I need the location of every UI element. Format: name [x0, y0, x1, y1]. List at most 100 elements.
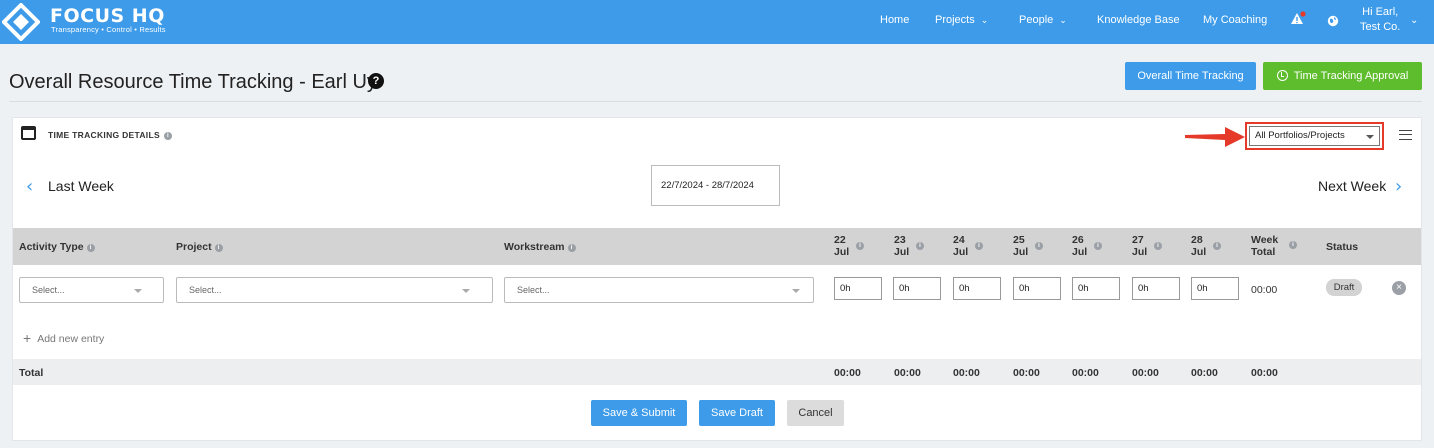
info-icon[interactable]: i — [916, 242, 924, 250]
hours-input-day[interactable]: 0h — [1132, 277, 1180, 300]
nav-projects-label: Projects — [935, 14, 975, 26]
info-icon[interactable]: i — [1154, 242, 1162, 250]
day-number: 22 — [834, 234, 846, 246]
day-total: 00:00 — [834, 367, 861, 379]
hours-input-day[interactable]: 0h — [953, 277, 1001, 300]
dropdown-caret-icon — [462, 289, 470, 293]
day-number: 25 — [1013, 234, 1025, 246]
day-number: 27 — [1132, 234, 1144, 246]
column-header-project: Project i — [176, 241, 223, 253]
portfolio-filter-dropdown[interactable]: All Portfolios/Projects — [1249, 126, 1380, 146]
info-icon[interactable]: i — [856, 242, 864, 250]
day-month: Jul — [953, 246, 969, 258]
nav-knowledge-base[interactable]: Knowledge Base — [1097, 14, 1180, 26]
column-header-label: Workstream — [504, 241, 565, 253]
hours-input-day[interactable]: 0h — [1072, 277, 1120, 300]
day-month: Jul — [1132, 246, 1148, 258]
last-week-link[interactable]: Last Week — [48, 178, 114, 194]
greeting-name: Hi Earl, — [1362, 6, 1399, 18]
time-tracking-card: TIME TRACKING DETAILS i All Portfolios/Pr… — [12, 117, 1422, 441]
dropdown-caret-icon — [134, 289, 142, 293]
chevron-left-icon[interactable]: ‹ — [26, 176, 33, 197]
nav-people-label: People — [1019, 14, 1054, 26]
column-header-day: 23 Jul i — [894, 234, 924, 258]
globe-icon[interactable] — [1327, 15, 1339, 27]
portfolio-filter-highlight: All Portfolios/Projects — [1245, 122, 1384, 150]
save-and-submit-button[interactable]: Save & Submit — [591, 400, 687, 426]
day-total: 00:00 — [1191, 367, 1218, 379]
info-icon[interactable]: i — [1213, 242, 1221, 250]
logo-tagline: Transparency • Control • Results — [51, 25, 166, 34]
info-icon[interactable]: i — [1094, 242, 1102, 250]
section-title: TIME TRACKING DETAILS i — [48, 130, 172, 140]
column-header-day: 25 Jul i — [1013, 234, 1043, 258]
column-header-label: Project — [176, 241, 212, 253]
focus-hq-logo[interactable]: FOCUS HQ Transparency • Control • Result… — [0, 0, 200, 44]
user-menu[interactable]: Hi Earl, Test Co. — [1360, 5, 1400, 35]
time-tracking-approval-button[interactable]: Time Tracking Approval — [1263, 62, 1422, 90]
hours-input-day[interactable]: 0h — [893, 277, 941, 300]
nav-projects[interactable]: Projects ⌄ — [935, 14, 988, 26]
nav-my-coaching[interactable]: My Coaching — [1203, 14, 1267, 26]
hamburger-menu-icon[interactable] — [1399, 130, 1412, 140]
workstream-select[interactable]: Select... — [504, 277, 814, 303]
add-new-entry-button[interactable]: + Add new entry — [23, 330, 104, 346]
day-total: 00:00 — [1132, 367, 1159, 379]
chevron-down-icon: ⌄ — [980, 15, 989, 25]
chevron-down-icon[interactable]: ⌄ — [1410, 15, 1418, 26]
total-label: Total — [19, 367, 44, 379]
logo-title: FOCUS HQ — [50, 5, 165, 27]
nav-people[interactable]: People ⌄ — [1019, 14, 1067, 26]
approval-label: Time Tracking Approval — [1293, 70, 1409, 82]
day-number: 28 — [1191, 234, 1203, 246]
section-title-text: TIME TRACKING DETAILS — [48, 130, 160, 140]
day-month: Jul — [894, 246, 910, 258]
next-week-link[interactable]: Next Week — [1318, 178, 1386, 194]
remove-row-icon[interactable]: × — [1392, 281, 1406, 295]
workstream-placeholder: Select... — [517, 285, 550, 295]
info-icon[interactable]: i — [1289, 241, 1297, 249]
dropdown-caret-icon — [792, 289, 800, 293]
week-total-line2: Total — [1251, 246, 1276, 258]
column-header-day: 24 Jul i — [953, 234, 983, 258]
info-icon[interactable]: i — [1035, 242, 1043, 250]
cancel-button[interactable]: Cancel — [787, 400, 844, 426]
add-new-entry-label: Add new entry — [37, 333, 105, 345]
activity-type-select[interactable]: Select... — [19, 277, 164, 303]
activity-type-placeholder: Select... — [32, 285, 65, 295]
hours-input-day[interactable]: 0h — [834, 277, 882, 300]
day-number: 26 — [1072, 234, 1084, 246]
alert-icon[interactable] — [1290, 11, 1306, 27]
info-icon[interactable]: i — [214, 244, 223, 252]
nav-home[interactable]: Home — [880, 14, 909, 26]
hours-input-day[interactable]: 0h — [1013, 277, 1061, 300]
table-header: Activity Type i Project i Workstream i 22 Ju… — [13, 228, 1421, 265]
info-icon[interactable]: i — [86, 244, 95, 252]
day-total: 00:00 — [1072, 367, 1099, 379]
info-icon[interactable]: i — [567, 244, 576, 252]
date-range-picker[interactable]: 22/7/2024 - 28/7/2024 — [651, 165, 780, 206]
top-navbar: FOCUS HQ Transparency • Control • Result… — [0, 0, 1434, 44]
info-icon[interactable]: i — [163, 132, 172, 140]
project-select[interactable]: Select... — [176, 277, 493, 303]
project-placeholder: Select... — [189, 285, 222, 295]
hours-input-day[interactable]: 0h — [1191, 277, 1239, 300]
save-draft-button[interactable]: Save Draft — [699, 400, 775, 426]
overall-time-tracking-button[interactable]: Overall Time Tracking — [1125, 62, 1256, 90]
info-icon[interactable]: i — [975, 242, 983, 250]
column-header-day: 28 Jul i — [1191, 234, 1221, 258]
table-footer-totals: Total 00:00 00:00 00:00 00:00 00:00 00:0… — [13, 359, 1421, 385]
chevron-right-icon[interactable]: › — [1395, 176, 1402, 197]
day-month: Jul — [1191, 246, 1207, 258]
day-total: 00:00 — [953, 367, 980, 379]
day-month: Jul — [1013, 246, 1029, 258]
day-month: Jul — [1072, 246, 1088, 258]
column-header-day: 27 Jul i — [1132, 234, 1162, 258]
divider — [9, 101, 1422, 102]
help-icon[interactable]: ? — [368, 73, 384, 89]
column-header-workstream: Workstream i — [504, 241, 576, 253]
column-header-status: Status — [1326, 241, 1359, 253]
chevron-down-icon: ⌄ — [1059, 15, 1067, 25]
calendar-icon — [21, 126, 36, 140]
day-number: 24 — [953, 234, 965, 246]
